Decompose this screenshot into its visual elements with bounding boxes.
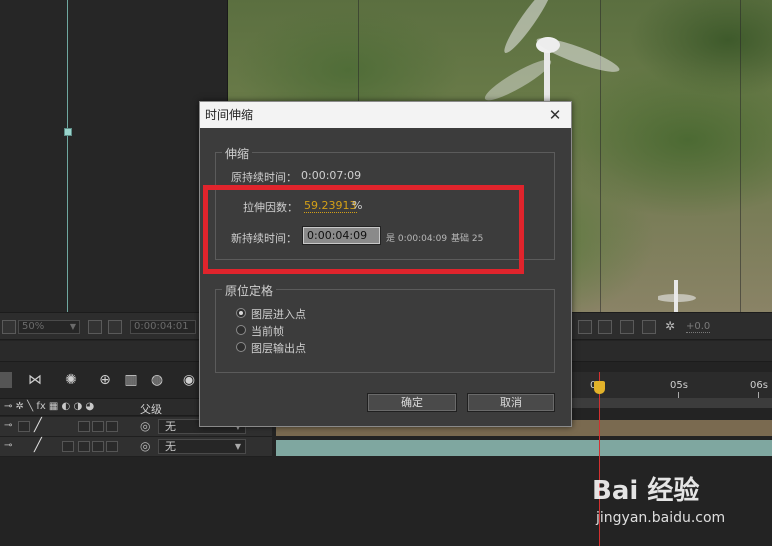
grid-icon[interactable] — [88, 320, 102, 334]
graph-editor-icon[interactable]: ◍ — [148, 372, 166, 388]
exposure-value[interactable]: +0.0 — [686, 321, 711, 333]
watermark-url: jingyan.baidu.com — [596, 510, 726, 526]
original-duration-value: 0:00:07:09 — [301, 169, 362, 182]
layer-bar[interactable] — [276, 440, 772, 456]
pickwhip-icon[interactable]: ◎ — [140, 439, 150, 453]
pickwhip-icon[interactable]: ◎ — [140, 419, 150, 433]
radio-button[interactable] — [236, 342, 246, 352]
switch-box[interactable] — [92, 441, 104, 452]
radio-button[interactable] — [236, 308, 246, 318]
shy-icon[interactable]: ⊸ — [4, 440, 12, 451]
parent-header: 父级 — [140, 403, 162, 416]
radio-label: 图层输出点 — [251, 342, 306, 355]
radio-label: 当前帧 — [251, 325, 284, 338]
ok-button[interactable]: 确定 — [367, 393, 457, 412]
close-icon[interactable]: ✕ — [546, 105, 564, 125]
motion-blur-icon[interactable]: ▥ — [122, 372, 140, 388]
quality-icon[interactable]: ╱ — [34, 418, 42, 433]
parent-select[interactable]: 无▼ — [158, 439, 246, 454]
channel-icon[interactable] — [578, 320, 592, 334]
brainstorm-icon[interactable]: ◉ — [180, 372, 198, 388]
radio-button[interactable] — [236, 325, 246, 335]
ruler-label: 06s — [750, 380, 768, 391]
switch-box[interactable] — [62, 441, 74, 452]
region-icon[interactable] — [2, 320, 16, 334]
guide-line — [67, 0, 68, 312]
quality-icon[interactable]: ╱ — [34, 438, 42, 453]
hold-in-place-title: 原位定格 — [222, 282, 277, 299]
draft-3d-icon[interactable]: ⋈ — [26, 372, 44, 388]
exposure-icon[interactable]: ✲ — [665, 319, 675, 333]
radio-layer-in-point[interactable]: 图层进入点 — [236, 306, 326, 321]
ruler-label: 05s — [670, 380, 688, 391]
switch-box[interactable] — [18, 421, 30, 432]
playhead-handle[interactable] — [594, 381, 605, 394]
composition-panel-left — [0, 0, 228, 312]
grid-line — [740, 0, 741, 312]
dialog-titlebar[interactable]: 时间伸缩 ✕ — [200, 102, 571, 128]
camera-icon[interactable] — [620, 320, 634, 334]
guide-handle[interactable] — [64, 128, 72, 136]
watermark-logo: Bai 经验 — [592, 476, 700, 506]
flowchart-icon[interactable] — [642, 320, 656, 334]
highlight-box — [203, 185, 524, 274]
stretch-group-title: 伸缩 — [222, 145, 253, 162]
radio-label: 图层进入点 — [251, 308, 306, 321]
frame-blending-icon[interactable]: ⊕ — [96, 372, 114, 388]
switch-box[interactable] — [106, 441, 118, 452]
switch-box[interactable] — [78, 421, 90, 432]
switch-box[interactable] — [92, 421, 104, 432]
layer-row[interactable]: ⊸ ╱ ◎ 无▼ — [0, 437, 272, 457]
switch-box[interactable] — [78, 441, 90, 452]
radio-layer-out-point[interactable]: 图层输出点 — [236, 340, 326, 355]
snapshot-icon[interactable] — [598, 320, 612, 334]
mask-icon[interactable] — [108, 320, 122, 334]
radio-current-frame[interactable]: 当前帧 — [236, 323, 326, 338]
timecode-box[interactable] — [0, 372, 12, 388]
original-duration-label: 原持续时间： — [231, 171, 297, 184]
cancel-button[interactable]: 取消 — [467, 393, 555, 412]
switches-icons: ⊸ ✲ ╲ fx ▦ ◐ ◑ ◕ — [4, 401, 95, 412]
dialog-title: 时间伸缩 — [205, 108, 254, 122]
shy-icon[interactable]: ⊸ — [4, 420, 12, 431]
wind-turbine-small-image — [658, 280, 696, 312]
timecode-display[interactable]: 0:00:04:01 — [130, 320, 196, 334]
zoom-select[interactable]: 50% ▼ — [18, 320, 80, 334]
shy-layers-icon[interactable]: ✺ — [62, 372, 80, 388]
time-navigator[interactable] — [572, 398, 772, 408]
switch-box[interactable] — [106, 421, 118, 432]
